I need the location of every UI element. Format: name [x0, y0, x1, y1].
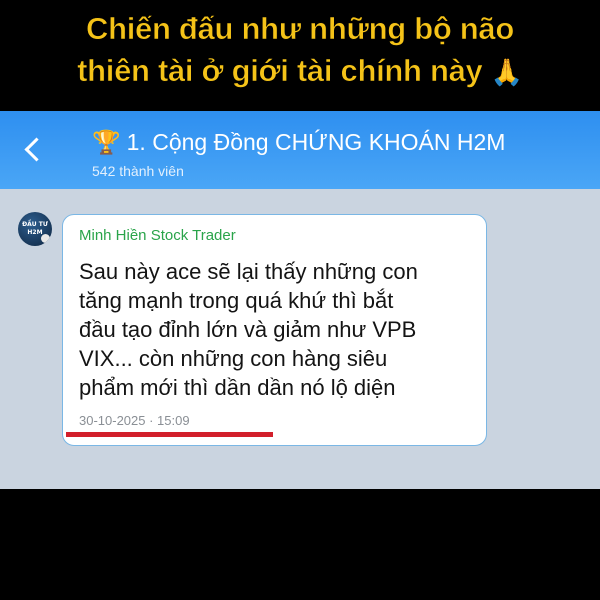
sender-name[interactable]: Minh Hiền Stock Trader: [79, 227, 236, 244]
trophy-icon: 🏆: [92, 129, 121, 155]
message-text: Sau này ace sẽ lại thấy những con tăng m…: [79, 257, 479, 402]
video-caption: Chiến đấu như những bộ não thiên tài ở g…: [0, 0, 600, 110]
message-line: Sau này ace sẽ lại thấy những con: [79, 259, 418, 284]
red-highlight-underline: [66, 432, 273, 437]
chat-screen: 🏆 1. Cộng Đồng CHỨNG KHOÁN H2M 542 thành …: [0, 111, 600, 489]
message-bubble[interactable]: Minh Hiền Stock Trader Sau này ace sẽ lạ…: [62, 214, 487, 446]
message-line: đầu tạo đỉnh lớn và giảm như VPB: [79, 317, 417, 342]
avatar-text-line-1: ĐẦU TƯ: [22, 221, 48, 228]
message-timestamp: 30-10-2025 · 15:09: [79, 413, 190, 428]
message-line: VIX... còn những con hàng siêu: [79, 346, 388, 371]
caption-line-1: Chiến đấu như những bộ não: [86, 11, 515, 47]
chat-header: 🏆 1. Cộng Đồng CHỨNG KHOÁN H2M 542 thành …: [0, 111, 600, 189]
caption-line-2-text: thiên tài ở giới tài chính này: [77, 53, 483, 89]
sender-avatar[interactable]: ĐẦU TƯ H2M: [18, 212, 52, 246]
message-line: phẩm mới thì dần dần nó lộ diện: [79, 375, 396, 400]
message-line: tăng mạnh trong quá khứ thì bắt: [79, 288, 394, 313]
back-arrow-icon[interactable]: [24, 137, 49, 162]
avatar-badge: [41, 234, 50, 243]
caption-line-2: thiên tài ở giới tài chính này 🙏: [0, 50, 600, 93]
praying-hands-icon: 🙏: [490, 57, 523, 87]
group-title-text: 1. Cộng Đồng CHỨNG KHOÁN H2M: [126, 129, 506, 155]
group-title[interactable]: 🏆 1. Cộng Đồng CHỨNG KHOÁN H2M: [92, 129, 505, 156]
member-count: 542 thành viên: [92, 163, 184, 179]
